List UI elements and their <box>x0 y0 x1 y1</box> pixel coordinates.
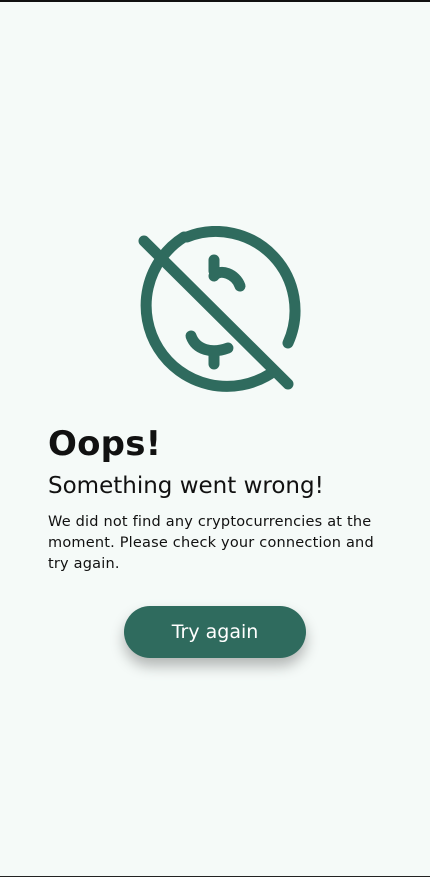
error-message: We did not find any cryptocurrencies at … <box>48 514 374 572</box>
no-money-icon <box>124 225 304 406</box>
error-subtitle: Something went wrong! <box>48 473 324 499</box>
status-bar-edge <box>0 0 430 2</box>
error-content: Oops! Something went wrong! We did not f… <box>48 422 388 575</box>
try-again-button[interactable]: Try again <box>124 606 306 658</box>
error-title: Oops! <box>48 424 162 464</box>
